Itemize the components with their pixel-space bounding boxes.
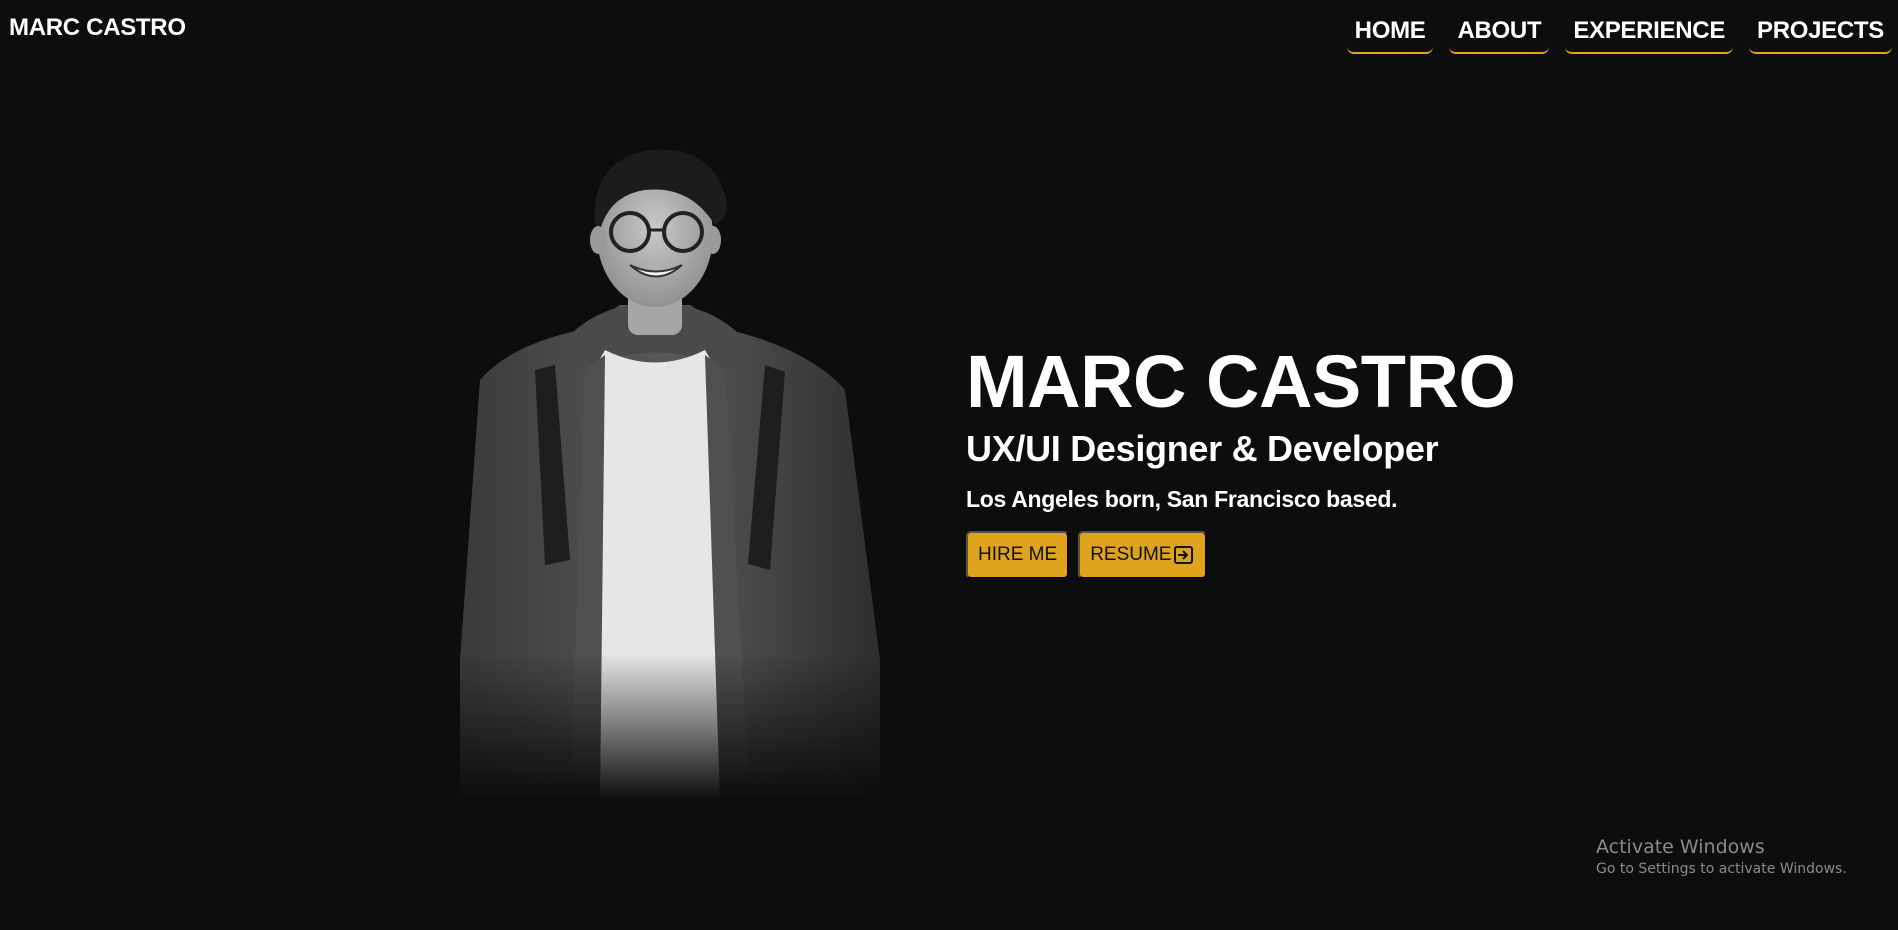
site-logo[interactable]: MARC CASTRO [9, 14, 186, 42]
activate-windows-subtitle: Go to Settings to activate Windows. [1596, 861, 1847, 877]
nav-projects-label: PROJECTS [1757, 17, 1884, 44]
hire-me-button[interactable]: HIRE ME [966, 531, 1070, 579]
external-link-icon [1173, 544, 1195, 566]
activate-windows-watermark: Activate Windows Go to Settings to activ… [1596, 835, 1847, 879]
hero-location: Los Angeles born, San Francisco based. [966, 486, 1398, 512]
hero-role: UX/UI Designer & Developer [966, 428, 1439, 469]
nav-experience-label: EXPERIENCE [1573, 17, 1726, 44]
nav-experience[interactable]: EXPERIENCE [1565, 10, 1734, 54]
nav-about-label: ABOUT [1457, 17, 1542, 44]
resume-label: RESUME [1090, 544, 1172, 565]
nav-home[interactable]: HOME [1346, 10, 1434, 54]
resume-button[interactable]: RESUME [1078, 531, 1208, 579]
activate-windows-title: Activate Windows [1596, 836, 1765, 858]
nav-projects[interactable]: PROJECTS [1749, 10, 1892, 54]
nav-home-label: HOME [1354, 17, 1426, 44]
nav-about[interactable]: ABOUT [1449, 10, 1550, 54]
portrait-photo [460, 149, 880, 800]
hero-actions: HIRE ME RESUME [966, 531, 1766, 579]
hero-section: MARC CASTRO UX/UI Designer & Developer L… [966, 340, 1766, 579]
hire-me-label: HIRE ME [978, 544, 1058, 565]
main-nav: HOME ABOUT EXPERIENCE PROJECTS [1346, 10, 1892, 54]
hero-name: MARC CASTRO [966, 340, 1516, 423]
